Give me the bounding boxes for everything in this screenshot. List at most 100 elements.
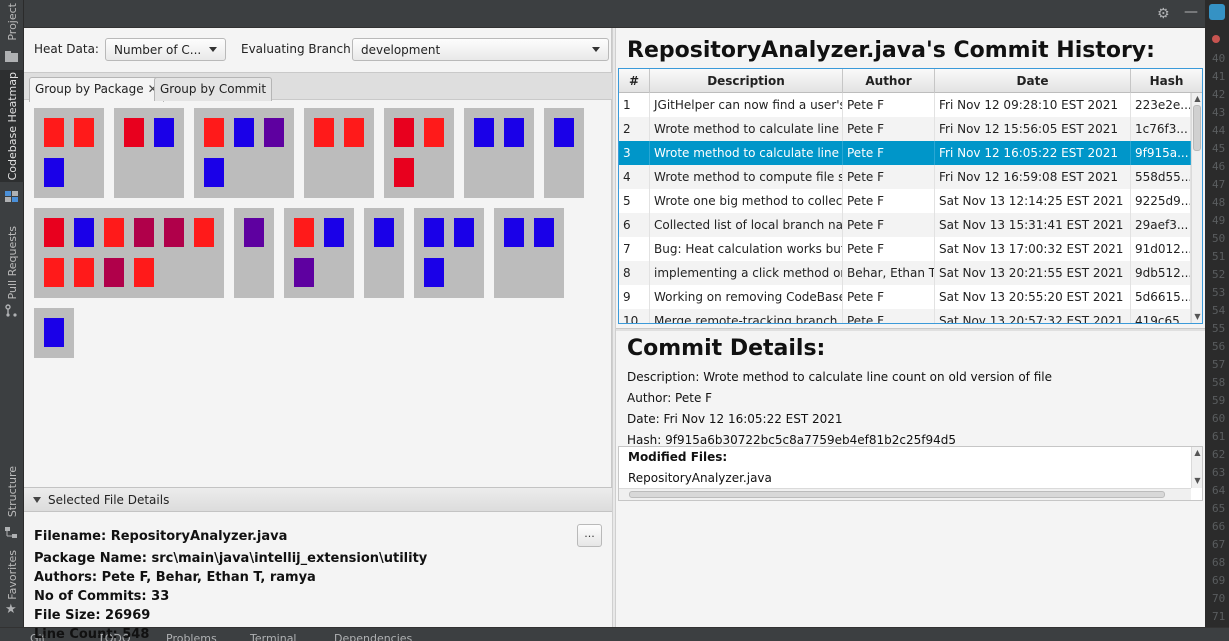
column-header-author[interactable]: Author: [843, 69, 935, 93]
package-group[interactable]: [34, 108, 104, 198]
file-heat-cell[interactable]: [454, 218, 474, 247]
bottom-tab-problems[interactable]: Problems: [166, 632, 217, 641]
file-heat-cell[interactable]: [294, 258, 314, 287]
branch-dropdown[interactable]: development: [352, 38, 609, 61]
heat-data-dropdown[interactable]: Number of C...: [105, 38, 226, 61]
package-group[interactable]: [234, 208, 274, 298]
package-group[interactable]: [34, 208, 224, 298]
package-group[interactable]: [414, 208, 484, 298]
file-heat-cell[interactable]: [44, 218, 64, 247]
table-row[interactable]: 2 Wrote method to calculate line c... Pete…: [619, 117, 1191, 141]
table-row[interactable]: 4 Wrote method to compute file si... Pete …: [619, 165, 1191, 189]
file-heat-cell[interactable]: [134, 218, 154, 247]
file-heat-cell[interactable]: [264, 118, 284, 147]
file-heat-cell[interactable]: [134, 258, 154, 287]
table-row[interactable]: 1JGitHelper can now find a user's r...Pe…: [619, 93, 1191, 117]
package-group[interactable]: [364, 208, 404, 298]
table-row[interactable]: 7Bug: Heat calculation works but t...Pet…: [619, 237, 1191, 261]
file-heat-cell[interactable]: [294, 218, 314, 247]
modified-files-vertical-scrollbar[interactable]: ▲ ▼: [1191, 447, 1202, 488]
branch-label: Evaluating Branch:: [241, 42, 355, 56]
file-heat-cell[interactable]: [474, 118, 494, 147]
package-group[interactable]: [494, 208, 564, 298]
file-heat-cell[interactable]: [424, 118, 444, 147]
tool-tab-structure[interactable]: Structure: [0, 462, 24, 522]
package-group[interactable]: [34, 308, 74, 358]
left-tool-strip: Project Codebase Heatmap Pull Requests S…: [0, 0, 24, 627]
line-number: 49: [1212, 214, 1226, 227]
app-badge-icon: [1209, 4, 1225, 20]
scroll-down-icon[interactable]: ▼: [1193, 312, 1202, 321]
package-group[interactable]: [304, 108, 374, 198]
section-divider[interactable]: [616, 328, 1205, 331]
file-heat-cell[interactable]: [204, 158, 224, 187]
file-heat-cell[interactable]: [424, 218, 444, 247]
table-vertical-scrollbar[interactable]: ▲ ▼: [1191, 93, 1202, 323]
file-heat-cell[interactable]: [44, 258, 64, 287]
file-heat-cell[interactable]: [124, 118, 144, 147]
table-row[interactable]: 6Collected list of local branch nam...Pe…: [619, 213, 1191, 237]
package-group[interactable]: [384, 108, 454, 198]
scrollbar-thumb[interactable]: [1193, 105, 1201, 151]
file-heat-cell[interactable]: [324, 218, 344, 247]
gear-icon[interactable]: ⚙: [1157, 6, 1170, 22]
modified-files-horizontal-scrollbar[interactable]: [619, 488, 1191, 500]
tool-tab-pull-requests[interactable]: Pull Requests: [0, 222, 24, 304]
column-header-hash[interactable]: Hash: [1131, 69, 1202, 93]
file-heat-cell[interactable]: [74, 118, 94, 147]
scroll-up-icon[interactable]: ▲: [1193, 94, 1202, 103]
file-heat-cell[interactable]: [104, 258, 124, 287]
file-heat-cell[interactable]: [154, 118, 174, 147]
file-heat-cell[interactable]: [44, 318, 64, 347]
tool-tab-project[interactable]: Project: [0, 0, 24, 44]
package-group[interactable]: [114, 108, 184, 198]
file-heat-cell[interactable]: [74, 258, 94, 287]
scroll-down-icon[interactable]: ▼: [1193, 476, 1202, 485]
file-heat-cell[interactable]: [534, 218, 554, 247]
tab-group-by-commit[interactable]: Group by Commit: [154, 77, 273, 101]
file-heat-cell[interactable]: [374, 218, 394, 247]
column-header-date[interactable]: Date: [935, 69, 1131, 93]
table-row[interactable]: 3 Wrote method to calculate line c... Pete…: [619, 141, 1191, 165]
column-header-description[interactable]: Description: [650, 69, 843, 93]
more-options-button[interactable]: ...: [577, 524, 602, 547]
modified-file-item[interactable]: RepositoryAnalyzer.java: [628, 471, 772, 485]
minimize-icon[interactable]: —: [1184, 4, 1198, 20]
file-heat-cell[interactable]: [314, 118, 334, 147]
tool-tab-favorites[interactable]: Favorites: [0, 548, 24, 602]
package-group[interactable]: [544, 108, 584, 198]
file-heat-cell[interactable]: [344, 118, 364, 147]
file-heat-cell[interactable]: [44, 118, 64, 147]
tool-tab-label: Structure: [5, 466, 19, 518]
package-group[interactable]: [194, 108, 294, 198]
cell-date: Sat Nov 13 20:55:20 EST 2021: [935, 285, 1131, 309]
file-heat-cell[interactable]: [394, 118, 414, 147]
file-heat-cell[interactable]: [504, 118, 524, 147]
file-heat-cell[interactable]: [204, 118, 224, 147]
package-group[interactable]: [464, 108, 534, 198]
file-heat-cell[interactable]: [504, 218, 524, 247]
scrollbar-thumb[interactable]: [629, 491, 1165, 498]
bottom-tab-dependencies[interactable]: Dependencies: [334, 632, 412, 641]
table-row[interactable]: 5 Wrote one big method to collect ... Pete…: [619, 189, 1191, 213]
file-heat-cell[interactable]: [74, 218, 94, 247]
file-heat-cell[interactable]: [234, 118, 254, 147]
selected-file-details-header[interactable]: Selected File Details: [24, 487, 612, 512]
file-heat-cell[interactable]: [194, 218, 214, 247]
bottom-tab-terminal[interactable]: Terminal: [250, 632, 297, 641]
file-heat-cell[interactable]: [554, 118, 574, 147]
file-heat-cell[interactable]: [104, 218, 124, 247]
file-heat-cell[interactable]: [424, 258, 444, 287]
file-heat-cell[interactable]: [394, 158, 414, 187]
file-heat-cell[interactable]: [164, 218, 184, 247]
tab-group-by-package[interactable]: Group by Package ✕: [29, 77, 164, 102]
table-row[interactable]: 8 implementing a click method on ... Behar…: [619, 261, 1191, 285]
table-row[interactable]: 9 Working on removing CodeBase ... Pete FS…: [619, 285, 1191, 309]
column-header-number[interactable]: #: [619, 69, 650, 93]
tool-tab-codebase-heatmap[interactable]: Codebase Heatmap: [0, 70, 24, 182]
file-heat-cell[interactable]: [244, 218, 264, 247]
package-group[interactable]: [284, 208, 354, 298]
table-row[interactable]: 10 Merge remote-tracking branch 'o... Pete…: [619, 309, 1191, 323]
file-heat-cell[interactable]: [44, 158, 64, 187]
scroll-up-icon[interactable]: ▲: [1193, 448, 1202, 457]
